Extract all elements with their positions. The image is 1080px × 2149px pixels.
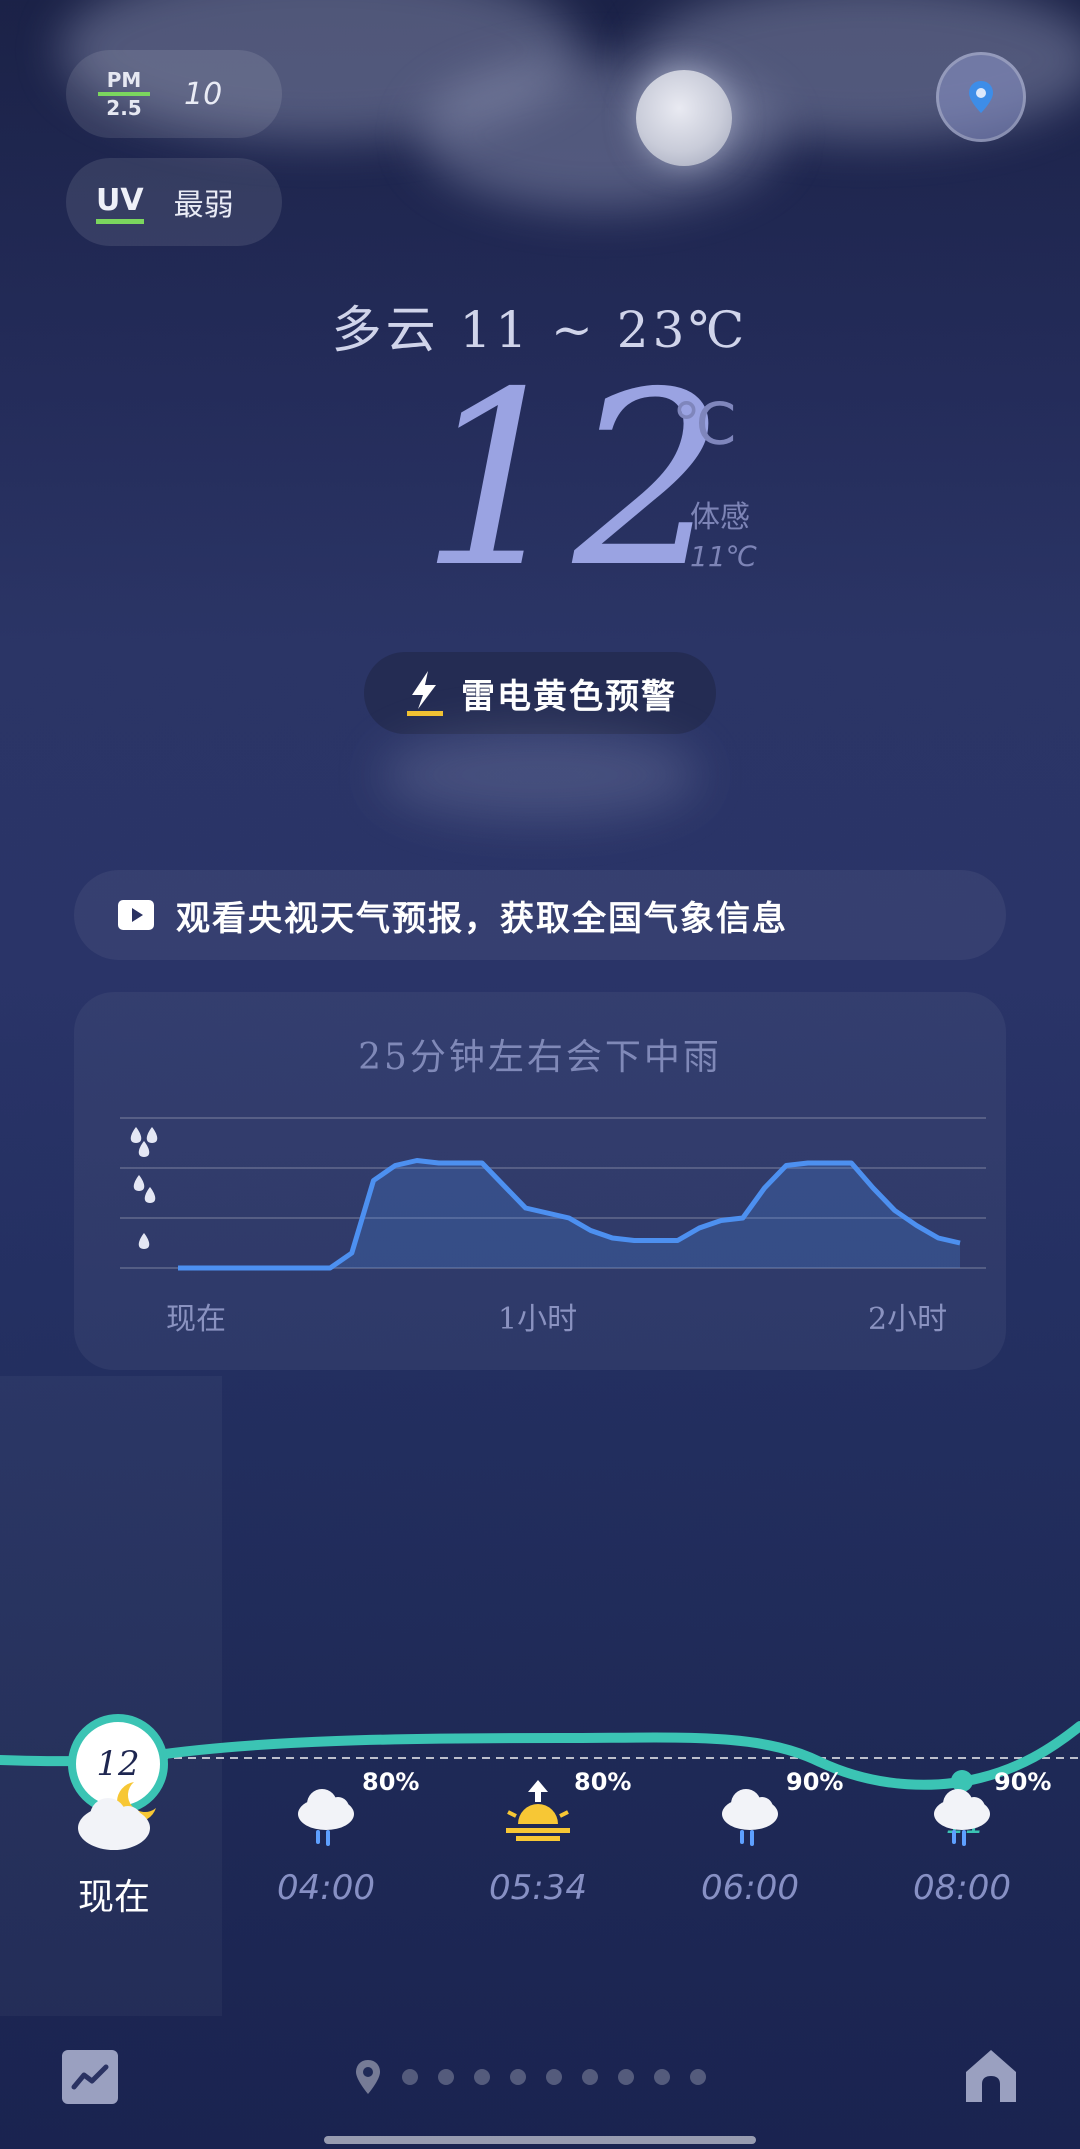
hourly-item-now[interactable]: 现在 [14,1782,214,1920]
page-indicator-dot[interactable] [582,2069,598,2085]
play-icon [118,900,154,930]
precip-probability: 90% [786,1768,844,1796]
page-indicator-dot[interactable] [690,2069,706,2085]
trend-chart-icon [71,2064,109,2090]
rain-cloud-icon [934,1789,990,1846]
page-indicator-dot[interactable] [402,2069,418,2085]
page-indicator-dot[interactable] [474,2069,490,2085]
moon-icon [636,70,732,166]
uv-label: UV [96,183,144,224]
pm25-value: 10 [184,76,223,112]
uv-pill[interactable]: UV 最弱 [66,158,282,246]
hourly-time: 04:00 [277,1868,375,1908]
rain-intensity-icons [130,1127,158,1249]
pm25-pill[interactable]: PM 2.5 10 [66,50,282,138]
light-rain-icon [138,1233,150,1249]
sunrise-icon [506,1780,570,1841]
page-indicator-dot[interactable] [618,2069,634,2085]
pm-label: PM [106,68,142,92]
home-indicator [324,2136,756,2144]
hourly-item[interactable]: 90% 08:00 [862,1768,1062,1908]
video-forecast-banner[interactable]: 观看央视天气预报，获取全国气象信息 [74,870,1006,960]
hourly-time: 05:34 [489,1868,587,1908]
hourly-time: 08:00 [913,1868,1011,1908]
lightning-icon [407,671,443,716]
trend-chart-button[interactable] [62,2050,118,2104]
alert-text: 雷电黄色预警 [461,676,677,717]
rain-x-label-2h: 2小时 [868,1302,948,1337]
rain-x-label-1h: 1小时 [498,1302,578,1337]
page-indicator-dot[interactable] [438,2069,454,2085]
moderate-rain-icon [133,1175,156,1203]
home-icon[interactable] [962,2046,1020,2106]
hourly-item[interactable]: 90% 06:00 [650,1768,850,1908]
hourly-item[interactable]: 80% 05:34 [438,1768,638,1908]
weather-alert-button[interactable]: 雷电黄色预警 [364,652,716,734]
rain-x-label-now: 现在 [166,1302,226,1337]
uv-value: 最弱 [173,188,234,223]
rain-cloud-icon [722,1789,778,1846]
precip-probability: 90% [994,1768,1052,1796]
hourly-time: 06:00 [701,1868,799,1908]
pm25-badge: PM 2.5 [94,70,154,118]
hourly-time: 现在 [77,1877,150,1918]
pm-label-sub: 2.5 [106,96,142,120]
page-indicator-dot[interactable] [510,2069,526,2085]
rain-chart-area [178,1160,960,1268]
page-indicator-dot[interactable] [654,2069,670,2085]
feels-like-value: 11℃ [690,540,758,573]
location-page-icon[interactable] [354,2058,382,2096]
location-pin-icon [969,81,993,113]
video-banner-text: 观看央视天气预报，获取全国气象信息 [176,898,788,939]
precip-probability: 80% [362,1768,420,1796]
hourly-item[interactable]: 80% 04:00 [226,1768,426,1908]
temperature-unit: ℃ [672,390,738,458]
glow-decoration [380,730,700,820]
rain-forecast-card[interactable]: 25分钟左右会下中雨 现在 1小时 2小时 [74,992,1006,1370]
cloudy-night-icon [78,1782,156,1850]
feels-like-label: 体感 [690,500,750,535]
location-button[interactable] [936,52,1026,142]
rain-cloud-icon [298,1789,354,1846]
heavy-rain-icon [130,1127,158,1157]
page-indicator-dot[interactable] [546,2069,562,2085]
precip-probability: 80% [574,1768,632,1796]
